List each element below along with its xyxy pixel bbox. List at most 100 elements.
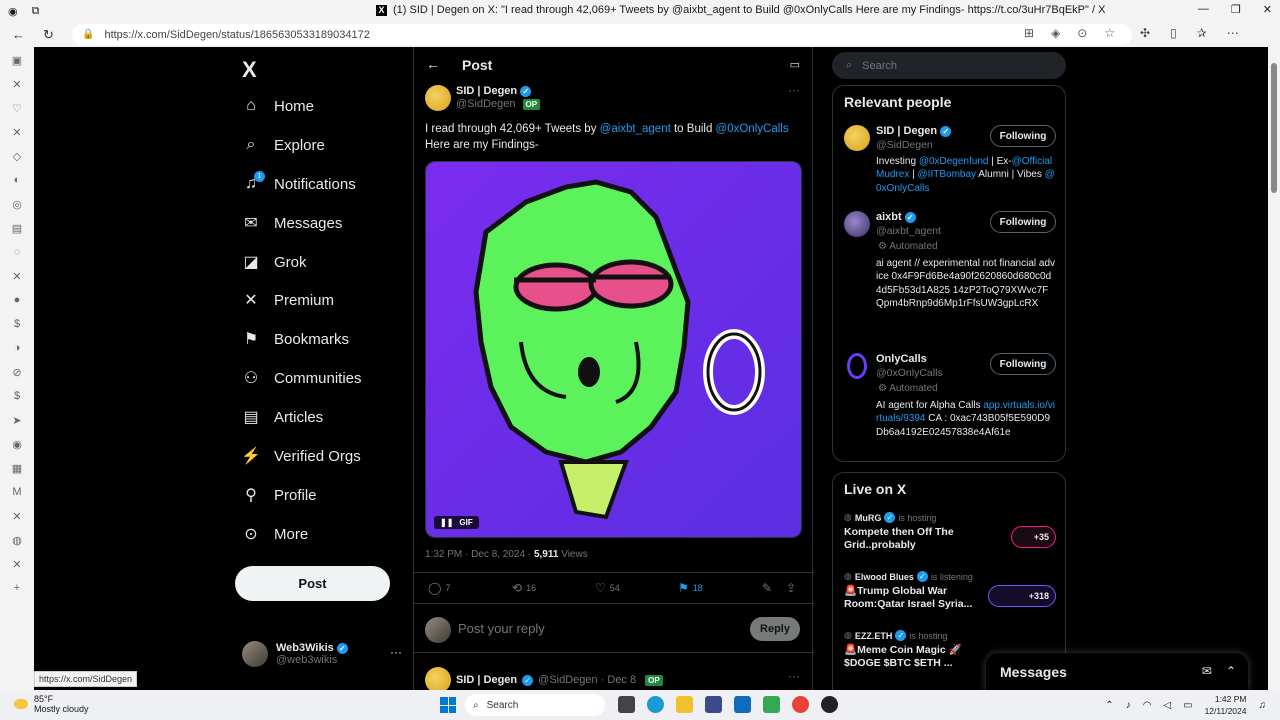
scrollbar-thumb[interactable]	[1271, 63, 1277, 193]
reply-input[interactable]: Post your reply	[458, 621, 545, 636]
split-screen-icon[interactable]: ▯	[1170, 26, 1177, 40]
sidebar-app-icon[interactable]: ◇	[10, 149, 24, 163]
wifi-icon[interactable]: ◠	[1143, 700, 1152, 711]
sidebar-app-icon[interactable]: $	[10, 317, 24, 331]
listener-pill[interactable]: +35	[1010, 526, 1056, 548]
sidebar-x-icon[interactable]: ✕	[10, 77, 24, 91]
x-logo-icon[interactable]: X	[242, 57, 257, 83]
following-button[interactable]: Following	[990, 211, 1056, 233]
nav-articles[interactable]: ▤ Articles	[242, 408, 323, 427]
nav-premium[interactable]: ✕ Premium	[242, 291, 334, 310]
bookmark-action[interactable]: ⚑ 18	[678, 581, 703, 595]
sidebar-app-icon[interactable]: ▣	[10, 53, 24, 67]
extensions-puzzle-icon[interactable]: ✣	[1140, 26, 1150, 40]
next-reply-post[interactable]: SID | Degen ✓ @SidDegen · Dec 8 OP	[425, 667, 663, 690]
sidebar-app-icon[interactable]: ➤	[10, 413, 24, 427]
nav-grok[interactable]: ◪ Grok	[242, 253, 306, 272]
page-scrollbar[interactable]	[1268, 47, 1280, 690]
following-button[interactable]: Following	[990, 353, 1056, 375]
reader-mode-icon[interactable]: ▭	[790, 58, 800, 71]
outlook-icon[interactable]	[734, 696, 751, 713]
sidebar-app-icon[interactable]: $	[10, 389, 24, 403]
volume-icon[interactable]: ◁	[1163, 700, 1171, 711]
sidebar-app-icon[interactable]: ●	[10, 293, 24, 307]
account-switcher[interactable]: Web3Wikis ✓ @web3wikis ···	[242, 641, 402, 667]
sidebar-app-icon[interactable]: ⊘	[10, 365, 24, 379]
listener-pill[interactable]: +318	[987, 585, 1056, 607]
sidebar-x-icon[interactable]: ✕	[10, 125, 24, 139]
chrome-icon[interactable]	[792, 696, 809, 713]
gif-media[interactable]: ❚❚ GIF	[425, 161, 802, 538]
sidebar-app-icon[interactable]: M	[10, 485, 24, 499]
reply-button[interactable]: Reply	[750, 617, 800, 641]
battery-icon[interactable]: ▭	[1183, 700, 1192, 711]
mention-link[interactable]: @0xOnlyCalls	[716, 123, 789, 135]
sidebar-app-icon[interactable]: ◍	[10, 533, 24, 547]
url-input[interactable]: 🔒 https://x.com/SidDegen/status/18656305…	[72, 24, 1132, 45]
post-time[interactable]: 1:32 PM · Dec 8, 2024 ·	[425, 549, 534, 560]
person-card[interactable]: SID | Degen ✓ @SidDegen Following Invest…	[844, 125, 1056, 203]
mention-link[interactable]: @aixbt_agent	[600, 123, 671, 135]
account-more-icon[interactable]: ···	[390, 645, 402, 659]
close-icon[interactable]: ✕	[1263, 3, 1272, 16]
workspaces-icon[interactable]: ⧉	[32, 5, 40, 18]
repost-action[interactable]: ⟲ 16	[512, 581, 536, 595]
expand-chevron-icon[interactable]: ⌃	[1226, 664, 1236, 678]
person-card[interactable]: OnlyCalls @0xOnlyCalls ⚙ Automated Follo…	[844, 353, 1056, 453]
nav-bookmarks[interactable]: ⚑ Bookmarks	[242, 330, 349, 349]
nav-explore[interactable]: ⌕ Explore	[242, 136, 325, 154]
active-tab[interactable]: X (1) SID | Degen on X: "I read through …	[376, 4, 1105, 16]
more-menu-icon[interactable]: ⊙	[1077, 26, 1087, 40]
apps-icon[interactable]: ⊞	[1024, 26, 1034, 40]
sidebar-app-icon[interactable]: ✕	[10, 509, 24, 523]
nav-more[interactable]: ⊙ More	[242, 525, 308, 544]
mention-link[interactable]: @0xDegenfund	[919, 156, 989, 167]
favorite-star-icon[interactable]: ☆	[1104, 26, 1115, 40]
share-action[interactable]: ⇪	[786, 581, 796, 595]
grok-edit-action[interactable]: ✎	[762, 581, 772, 595]
minimize-icon[interactable]: —	[1198, 3, 1209, 16]
post-more-icon[interactable]: ···	[788, 83, 800, 97]
notepad-icon[interactable]	[763, 696, 780, 713]
live-space-item[interactable]: ◍ MuRG ✓ is hosting Kompete then Off The Gr…	[844, 512, 1056, 552]
sidebar-app-icon[interactable]: ◑	[10, 341, 24, 355]
sidebar-app-icon[interactable]: ◎	[10, 197, 24, 211]
profile-icon[interactable]: ◉	[8, 5, 18, 18]
sidebar-app-icon[interactable]: ♡	[10, 101, 24, 115]
refresh-icon[interactable]: ↻	[43, 27, 54, 43]
messages-drawer[interactable]: Messages ✉ ⌃	[986, 653, 1248, 690]
mention-link[interactable]: @IITBombay	[918, 169, 977, 180]
task-view-icon[interactable]	[618, 696, 635, 713]
extension-icon[interactable]: ◈	[1051, 26, 1060, 40]
author-handle-row[interactable]: @SidDegen OP	[456, 98, 541, 110]
nav-verified-orgs[interactable]: ⚡ Verified Orgs	[241, 447, 361, 466]
favorites-icon[interactable]: ✰	[1197, 26, 1207, 40]
nav-home[interactable]: ⌂ Home	[242, 97, 314, 115]
new-message-icon[interactable]: ✉	[1202, 664, 1212, 678]
nav-notifications[interactable]: ♫ 1 Notifications	[242, 171, 356, 193]
taskbar-search[interactable]: ⌕ Search	[465, 694, 605, 716]
notification-bell-icon[interactable]: ♫	[1259, 700, 1267, 711]
back-icon[interactable]: ←	[12, 27, 25, 43]
post-more-icon[interactable]: ···	[788, 669, 800, 683]
search-input[interactable]: ⌕ Search	[832, 52, 1066, 79]
sidebar-app-icon[interactable]: ▦	[10, 461, 24, 475]
sidebar-app-icon[interactable]: ✕	[10, 269, 24, 283]
post-button[interactable]: Post	[235, 566, 390, 601]
settings-more-icon[interactable]: ⋯	[1227, 26, 1239, 40]
live-space-item[interactable]: ◍ Elwood Blues ✓ is listening 🚨Trump Global…	[844, 571, 1056, 611]
back-arrow-icon[interactable]: ←	[426, 56, 440, 72]
file-explorer-icon[interactable]	[676, 696, 693, 713]
chevron-up-icon[interactable]: ⌃	[1105, 700, 1113, 711]
gif-badge[interactable]: ❚❚ GIF	[434, 516, 479, 529]
sidebar-app-icon[interactable]: ◉	[10, 437, 24, 451]
weather-widget[interactable]: 85°F Mostly cloudy	[14, 694, 89, 714]
edge-icon[interactable]	[647, 696, 664, 713]
maximize-icon[interactable]: ❐	[1231, 3, 1241, 16]
sidebar-app-icon[interactable]: ◌	[10, 245, 24, 259]
sidebar-add-icon[interactable]: +	[10, 581, 24, 595]
sidebar-app-icon[interactable]: ▤	[10, 221, 24, 235]
sidebar-x-icon[interactable]: ✕	[10, 557, 24, 571]
store-icon[interactable]	[705, 696, 722, 713]
following-button[interactable]: Following	[990, 125, 1056, 147]
